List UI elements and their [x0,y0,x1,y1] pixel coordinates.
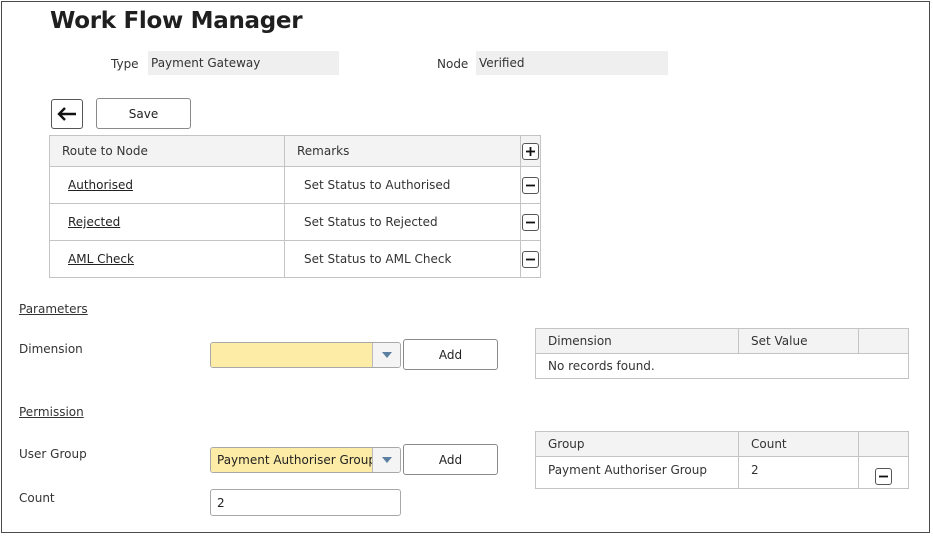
add-route-button[interactable] [522,142,539,160]
routes-table: Route to Node Remarks Authorised Set Sta… [49,135,541,278]
minus-icon [526,184,535,186]
user-group-label: User Group [19,447,87,461]
table-row: Authorised Set Status to Authorised [49,166,541,204]
left-arrow-icon [57,107,76,121]
column-dimension: Dimension [535,328,739,354]
dimension-table: Dimension Set Value No records found. [535,328,909,379]
table-row: Rejected Set Status to Rejected [49,203,541,241]
add-route-cell [520,135,541,167]
chevron-down-icon [381,457,392,463]
column-route-to-node: Route to Node [49,135,285,167]
route-link-authorised[interactable]: Authorised [68,178,133,192]
remove-route-button[interactable] [522,213,539,231]
route-link-aml-check[interactable]: AML Check [68,252,134,266]
parameters-section-label: Parameters [19,302,88,316]
user-group-dropdown-toggle[interactable] [372,448,400,472]
routes-header-row: Route to Node Remarks [49,135,541,167]
node-field: Verified [476,51,668,75]
back-button[interactable] [51,99,83,129]
dimension-label: Dimension [19,342,83,356]
empty-message: No records found. [535,353,909,379]
minus-icon [879,475,888,478]
count-label: Count [19,491,55,505]
group-header-row: Group Count [535,431,909,457]
dimension-select[interactable] [210,342,401,368]
column-actions [858,328,909,354]
column-actions [858,431,909,457]
column-group: Group [535,431,739,457]
permission-section-label: Permission [19,405,84,419]
dimension-header-row: Dimension Set Value [535,328,909,354]
route-link-rejected[interactable]: Rejected [68,215,120,229]
table-row: Payment Authoriser Group 2 [535,456,909,489]
dimension-dropdown-toggle[interactable] [372,343,400,367]
save-button[interactable]: Save [96,98,191,129]
minus-icon [526,221,535,223]
table-row: AML Check Set Status to AML Check [49,240,541,278]
add-dimension-button[interactable]: Add [403,339,498,370]
page-title: Work Flow Manager [50,8,303,34]
remove-route-button[interactable] [522,176,539,194]
remarks-cell: Set Status to Rejected [284,203,521,241]
add-user-group-button[interactable]: Add [403,444,498,475]
remove-group-button[interactable] [875,468,892,485]
plus-icon [526,146,535,156]
group-cell: Payment Authoriser Group [535,456,739,489]
dimension-select-value [211,343,372,367]
type-label: Type [111,57,139,71]
empty-row: No records found. [535,353,909,379]
node-label: Node [437,57,469,71]
remove-route-button[interactable] [522,250,539,268]
count-input[interactable] [210,489,401,516]
user-group-select[interactable]: Payment Authoriser Group [210,447,401,473]
column-count: Count [738,431,859,457]
chevron-down-icon [381,352,392,358]
user-group-select-value: Payment Authoriser Group [211,448,372,472]
remarks-cell: Set Status to AML Check [284,240,521,278]
group-table: Group Count Payment Authoriser Group 2 [535,431,909,489]
remarks-cell: Set Status to Authorised [284,166,521,204]
column-remarks: Remarks [284,135,521,167]
count-cell: 2 [738,456,859,489]
column-set-value: Set Value [738,328,859,354]
type-field: Payment Gateway [148,51,339,75]
minus-icon [526,258,535,260]
